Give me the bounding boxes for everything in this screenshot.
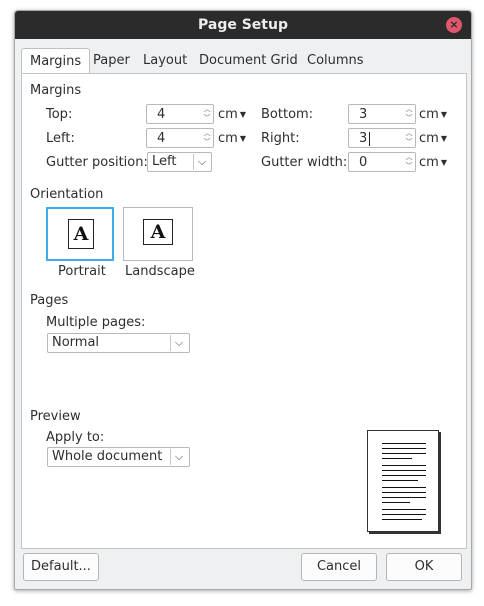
apply-to-select[interactable]: Whole document ⌵ bbox=[47, 447, 190, 467]
chevron-down-icon: ▼ bbox=[440, 110, 447, 119]
right-unit[interactable]: cm ▼ bbox=[419, 131, 447, 146]
multiple-pages-value: Normal bbox=[52, 335, 100, 350]
portrait-page-icon: A bbox=[68, 219, 94, 249]
page-preview bbox=[367, 430, 439, 532]
preview-line bbox=[382, 448, 426, 449]
spin-down-icon[interactable]: ﹀ bbox=[405, 114, 413, 123]
ok-button[interactable]: OK bbox=[386, 553, 462, 581]
spin-down-icon[interactable]: ﹀ bbox=[405, 138, 413, 147]
margins-heading: Margins bbox=[30, 83, 82, 98]
combo-divider bbox=[170, 449, 171, 465]
preview-line bbox=[382, 475, 426, 476]
chevron-down-icon: ▼ bbox=[239, 134, 246, 143]
gutter-width-unit[interactable]: cm ▼ bbox=[419, 155, 447, 170]
gutter-position-select[interactable]: Left ⌵ bbox=[147, 152, 212, 172]
landscape-page-icon: A bbox=[143, 219, 173, 245]
spin-down-icon[interactable]: ﹀ bbox=[203, 138, 211, 147]
gutter-width-value: 0 bbox=[359, 155, 368, 170]
tab-columns[interactable]: Columns bbox=[299, 48, 372, 74]
bottom-unit-label: cm bbox=[419, 107, 439, 122]
combo-divider bbox=[170, 335, 171, 351]
chevron-down-icon: ⌵ bbox=[174, 450, 184, 463]
top-unit[interactable]: cm ▼ bbox=[218, 107, 246, 122]
preview-line bbox=[382, 480, 418, 481]
bottom-label: Bottom: bbox=[261, 107, 314, 122]
chevron-down-icon: ⌵ bbox=[197, 155, 207, 168]
chevron-down-icon: ▼ bbox=[239, 110, 246, 119]
spin-down-icon[interactable]: ﹀ bbox=[405, 162, 413, 171]
orientation-heading: Orientation bbox=[30, 187, 104, 202]
cancel-button[interactable]: Cancel bbox=[301, 553, 377, 581]
chevron-down-icon: ▼ bbox=[440, 158, 447, 167]
left-spinbox[interactable]: 4 ︿ ﹀ bbox=[146, 128, 214, 148]
preview-line bbox=[382, 509, 426, 510]
top-unit-label: cm bbox=[218, 107, 238, 122]
bottom-spinbox[interactable]: 3 ︿ ﹀ bbox=[348, 104, 416, 124]
multiple-pages-label: Multiple pages: bbox=[46, 315, 146, 330]
dialog-title: Page Setup bbox=[198, 17, 288, 33]
chevron-down-icon: ▼ bbox=[440, 134, 447, 143]
preview-line bbox=[382, 458, 412, 459]
gutter-position-label: Gutter position: bbox=[46, 155, 148, 170]
chevron-down-icon: ⌵ bbox=[174, 336, 184, 349]
page-setup-dialog: Page Setup × Margins Paper Layout Docume… bbox=[14, 10, 472, 590]
right-value: 3 bbox=[359, 131, 368, 146]
tab-paper[interactable]: Paper bbox=[85, 48, 138, 74]
left-unit-label: cm bbox=[218, 131, 238, 146]
preview-line bbox=[382, 443, 426, 444]
preview-line bbox=[382, 465, 426, 466]
spin-down-icon[interactable]: ﹀ bbox=[203, 114, 211, 123]
right-unit-label: cm bbox=[419, 131, 439, 146]
top-value: 4 bbox=[157, 107, 166, 122]
spin-up-icon[interactable]: ︿ bbox=[405, 153, 413, 162]
top-spinbox[interactable]: 4 ︿ ﹀ bbox=[146, 104, 214, 124]
preview-line bbox=[382, 502, 410, 503]
portrait-button[interactable]: A bbox=[46, 207, 114, 261]
gutter-width-label: Gutter width: bbox=[261, 155, 348, 170]
landscape-label[interactable]: Landscape bbox=[125, 264, 195, 279]
right-spinbox[interactable]: 3 ︿ ﹀ bbox=[348, 128, 416, 148]
gutter-width-spinbox[interactable]: 0 ︿ ﹀ bbox=[348, 152, 416, 172]
tab-margins[interactable]: Margins bbox=[21, 48, 91, 76]
preview-line bbox=[382, 453, 426, 454]
preview-heading: Preview bbox=[30, 409, 81, 424]
preview-line bbox=[382, 514, 426, 515]
tab-layout[interactable]: Layout bbox=[135, 48, 195, 74]
spin-up-icon[interactable]: ︿ bbox=[405, 129, 413, 138]
preview-line bbox=[382, 492, 426, 493]
portrait-label[interactable]: Portrait bbox=[58, 264, 106, 279]
preview-line bbox=[382, 497, 426, 498]
apply-to-value: Whole document bbox=[52, 449, 163, 464]
preview-line bbox=[382, 519, 422, 520]
tab-document-grid[interactable]: Document Grid bbox=[191, 48, 306, 74]
close-icon[interactable]: × bbox=[446, 17, 462, 33]
left-value: 4 bbox=[157, 131, 166, 146]
spin-up-icon[interactable]: ︿ bbox=[405, 105, 413, 114]
preview-line bbox=[382, 470, 426, 471]
left-label: Left: bbox=[46, 131, 75, 146]
preview-line bbox=[382, 487, 426, 488]
pages-heading: Pages bbox=[30, 293, 69, 308]
left-unit[interactable]: cm ▼ bbox=[218, 131, 246, 146]
bottom-value: 3 bbox=[359, 107, 368, 122]
gutter-position-value: Left bbox=[152, 154, 177, 169]
apply-to-label: Apply to: bbox=[46, 430, 105, 445]
text-cursor bbox=[369, 132, 370, 146]
gutter-width-unit-label: cm bbox=[419, 155, 439, 170]
top-label: Top: bbox=[46, 107, 73, 122]
multiple-pages-select[interactable]: Normal ⌵ bbox=[47, 333, 190, 353]
bottom-unit[interactable]: cm ▼ bbox=[419, 107, 447, 122]
default-button[interactable]: Default... bbox=[23, 553, 99, 581]
right-label: Right: bbox=[261, 131, 300, 146]
combo-divider bbox=[193, 154, 194, 170]
spin-up-icon[interactable]: ︿ bbox=[203, 129, 211, 138]
landscape-glyph: A bbox=[150, 221, 166, 243]
portrait-glyph: A bbox=[73, 223, 89, 245]
spin-up-icon[interactable]: ︿ bbox=[203, 105, 211, 114]
title-bar[interactable]: Page Setup × bbox=[15, 11, 471, 39]
landscape-button[interactable]: A bbox=[123, 207, 193, 261]
